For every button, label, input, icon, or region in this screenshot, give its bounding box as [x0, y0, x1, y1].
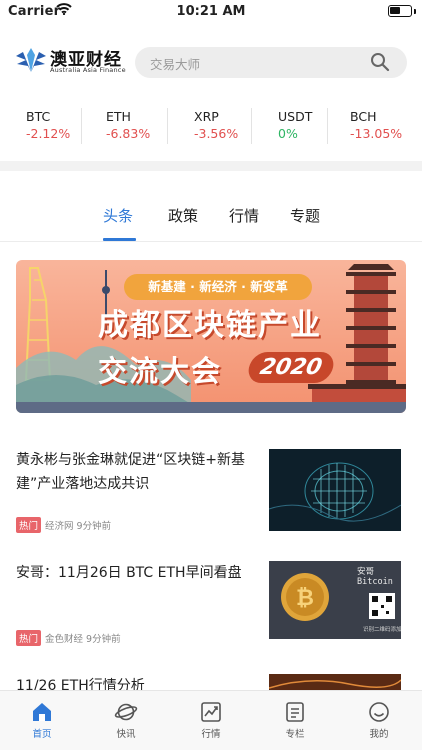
news-thumbnail[interactable]: ₿ 安哥Bitcoin 识别二维码添加 — [269, 561, 401, 639]
ticker-symbol: XRP — [194, 109, 219, 124]
ticker-item-bch[interactable]: BCH -13.05% — [328, 104, 422, 154]
news-meta: 热门 经济网 9分钟前 — [16, 517, 111, 533]
news-time: 9分钟前 — [86, 634, 121, 645]
status-time: 10:21 AM — [176, 4, 246, 19]
ticker-change: -13.05% — [350, 126, 403, 141]
ticker-symbol: USDT — [278, 109, 313, 124]
nav-label: 专栏 — [285, 729, 305, 740]
news-title[interactable]: 黄永彬与张金琳就促进“区块链+新基建”产业落地达成共识 — [16, 448, 252, 496]
ticker-symbol: ETH — [106, 109, 131, 124]
ticker-symbol: BCH — [350, 109, 377, 124]
planet-icon — [114, 703, 138, 721]
banner-title: 成都区块链产业 — [98, 308, 322, 343]
news-source: 金色财经 — [45, 634, 84, 645]
ticker-change: -2.12% — [26, 126, 71, 141]
search-input[interactable]: 交易大师 — [135, 47, 407, 78]
nav-label: 我的 — [369, 729, 389, 740]
ticker-item-xrp[interactable]: XRP -3.56% — [168, 104, 252, 154]
nav-flash-news[interactable]: 快讯 — [96, 701, 156, 740]
promo-banner[interactable]: 新基建 · 新经济 · 新变革 成都区块链产业 交流大会 2020 — [16, 260, 406, 413]
search-placeholder: 交易大师 — [150, 57, 201, 72]
document-icon — [286, 702, 304, 722]
nav-profile[interactable]: 我的 — [349, 701, 409, 740]
news-thumbnail[interactable] — [269, 674, 401, 690]
chart-icon — [201, 702, 221, 722]
news-source: 经济网 — [45, 521, 74, 532]
news-thumbnail[interactable] — [269, 449, 401, 531]
bottom-nav: 首页 快讯 行情 专栏 我的 — [0, 690, 422, 750]
news-item[interactable]: 黄永彬与张金琳就促进“区块链+新基建”产业落地达成共识 热门 经济网 9分钟前 — [0, 448, 422, 540]
app-logo[interactable]: 澳亚财经 Australia Asia Finance — [14, 44, 126, 80]
nav-label: 快讯 — [116, 729, 136, 740]
smile-icon — [369, 702, 389, 722]
ticker-item-btc[interactable]: BTC -2.12% — [0, 104, 82, 154]
battery-tip — [414, 9, 416, 14]
logo-wings-icon — [16, 48, 46, 72]
news-item[interactable]: 安哥：11月26日 BTC ETH早间看盘 热门 金色财经 9分钟前 ₿ 安哥B… — [0, 561, 422, 646]
news-item[interactable]: 11/26 ETH行情分析 — [0, 674, 422, 690]
nav-market[interactable]: 行情 — [181, 701, 241, 740]
thumb-note: 识别二维码添加 — [363, 627, 401, 633]
news-title[interactable]: 安哥：11月26日 BTC ETH早间看盘 — [16, 561, 252, 585]
status-bar: Carrier 10:21 AM — [0, 0, 422, 24]
nav-column[interactable]: 专栏 — [265, 701, 325, 740]
section-divider — [0, 161, 422, 171]
ticker-change: -3.56% — [194, 126, 239, 141]
nav-label: 首页 — [32, 729, 52, 740]
tab-policy[interactable]: 政策 — [168, 205, 198, 226]
nav-label: 行情 — [201, 729, 221, 740]
header: 澳亚财经 Australia Asia Finance 交易大师 — [0, 38, 422, 88]
tab-topics[interactable]: 专题 — [290, 205, 320, 226]
hot-badge: 热门 — [16, 517, 42, 533]
nav-home[interactable]: 首页 — [12, 701, 72, 740]
tab-market[interactable]: 行情 — [229, 205, 259, 226]
svg-text:₿: ₿ — [296, 586, 314, 611]
home-icon — [33, 703, 51, 721]
ticker-change: -6.83% — [106, 126, 151, 141]
active-tab-indicator — [103, 238, 136, 241]
news-title[interactable]: 11/26 ETH行情分析 — [16, 674, 252, 690]
search-icon[interactable] — [370, 52, 390, 76]
thumb-caption: 安哥Bitcoin — [357, 567, 393, 587]
battery-icon — [388, 5, 412, 17]
logo-subtitle: Australia Asia Finance — [50, 66, 126, 74]
category-tabs: 头条 政策 行情 专题 — [0, 190, 422, 242]
news-time: 9分钟前 — [76, 521, 112, 532]
hot-badge: 热门 — [16, 630, 42, 646]
ticker-symbol: BTC — [26, 109, 51, 124]
news-meta: 热门 金色财经 9分钟前 — [16, 630, 121, 646]
ticker-item-usdt[interactable]: USDT 0% — [252, 104, 328, 154]
price-ticker: BTC -2.12% ETH -6.83% XRP -3.56% USDT 0%… — [0, 104, 422, 154]
ticker-item-eth[interactable]: ETH -6.83% — [82, 104, 168, 154]
banner-year: 2020 — [245, 352, 337, 383]
tab-headlines[interactable]: 头条 — [103, 205, 133, 226]
banner-subtitle: 交流大会 — [98, 354, 223, 388]
banner-tagline: 新基建 · 新经济 · 新变革 — [124, 274, 312, 300]
ticker-change: 0% — [278, 126, 298, 141]
